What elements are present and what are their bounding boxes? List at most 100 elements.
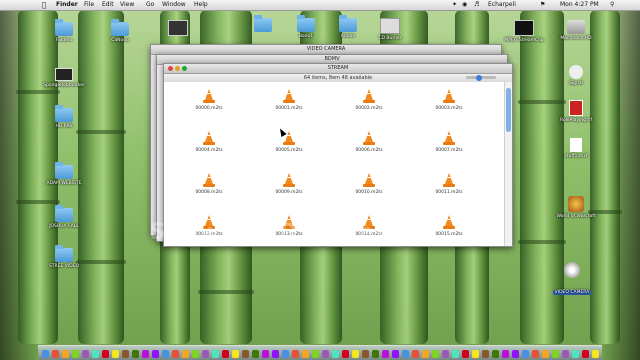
dock-app-icon[interactable] bbox=[142, 350, 149, 358]
desktop-icon[interactable]: ADAM WEBSITE bbox=[36, 162, 92, 186]
menu-go[interactable]: Go bbox=[146, 0, 154, 10]
menu-window[interactable]: Window bbox=[162, 0, 186, 10]
dock-app-icon[interactable] bbox=[182, 350, 189, 358]
dock-app-icon[interactable] bbox=[62, 350, 69, 358]
file-item[interactable]: 00005.m2ts bbox=[264, 130, 314, 153]
file-item[interactable]: 00011.m2ts bbox=[424, 172, 474, 195]
dock-app-icon[interactable] bbox=[362, 350, 369, 358]
minimize-button[interactable] bbox=[175, 66, 180, 71]
file-item[interactable]: 00009.m2ts bbox=[264, 172, 314, 195]
desktop-icon[interactable]: RolePlaying.tif bbox=[548, 100, 604, 123]
desktop-icon[interactable]: CaNooo bbox=[92, 19, 148, 43]
desktop-icon[interactable]: Signal bbox=[548, 65, 604, 86]
dock-app-icon[interactable] bbox=[52, 350, 59, 358]
menu-file[interactable]: File bbox=[84, 0, 94, 10]
dock-app-icon[interactable] bbox=[532, 350, 539, 358]
desktop-icon[interactable]: HD RAV bbox=[36, 105, 92, 129]
dock-app-icon[interactable] bbox=[492, 350, 499, 358]
dock-app-icon[interactable] bbox=[562, 350, 569, 358]
desktop-icon[interactable]: SpongeBobmarker bbox=[36, 68, 92, 88]
dock-app-icon[interactable] bbox=[162, 350, 169, 358]
dock-app-icon[interactable] bbox=[102, 350, 109, 358]
scroll-thumb[interactable] bbox=[506, 88, 511, 132]
dock-app-icon[interactable] bbox=[552, 350, 559, 358]
dock-app-icon[interactable] bbox=[222, 350, 229, 358]
desktop-icon[interactable]: CD Burner bbox=[362, 18, 418, 41]
desktop-icon[interactable]: VIDEO CAMERA bbox=[544, 262, 600, 297]
dock-app-icon[interactable] bbox=[482, 350, 489, 358]
dock-app-icon[interactable] bbox=[72, 350, 79, 358]
icon-size-slider[interactable] bbox=[466, 74, 496, 81]
dock-app-icon[interactable] bbox=[302, 350, 309, 358]
file-item[interactable]: 00007.m2ts bbox=[424, 130, 474, 153]
desktop-icon[interactable]: Folders bbox=[36, 19, 92, 43]
dock-app-icon[interactable] bbox=[432, 350, 439, 358]
dock-app-icon[interactable] bbox=[442, 350, 449, 358]
dock-app-icon[interactable] bbox=[172, 350, 179, 358]
desktop-icon[interactable]: STREE VIDEO bbox=[36, 245, 92, 269]
file-item[interactable]: 00004.m2ts bbox=[184, 130, 234, 153]
dock-app-icon[interactable] bbox=[352, 350, 359, 358]
menu-view[interactable]: View bbox=[120, 0, 134, 10]
dock-app-icon[interactable] bbox=[112, 350, 119, 358]
dock-app-icon[interactable] bbox=[342, 350, 349, 358]
dock-app-icon[interactable] bbox=[332, 350, 339, 358]
desktop-icon[interactable]: Macintosh HD bbox=[548, 20, 604, 41]
dock-app-icon[interactable] bbox=[242, 350, 249, 358]
dock-app-icon[interactable] bbox=[582, 350, 589, 358]
menu-edit[interactable]: Edit bbox=[102, 0, 114, 10]
dock-app-icon[interactable] bbox=[572, 350, 579, 358]
clock[interactable]: Mon 4:27 PM bbox=[560, 0, 599, 10]
desktop-icon[interactable] bbox=[150, 20, 206, 36]
dock-app-icon[interactable] bbox=[412, 350, 419, 358]
dock-app-icon[interactable] bbox=[522, 350, 529, 358]
vertical-scrollbar[interactable] bbox=[504, 82, 512, 246]
dock-app-icon[interactable] bbox=[422, 350, 429, 358]
bluetooth-icon[interactable]: ✦ bbox=[452, 0, 457, 10]
file-item[interactable]: 00015.m2ts bbox=[424, 214, 474, 237]
dock-app-icon[interactable] bbox=[82, 350, 89, 358]
menu-help[interactable]: Help bbox=[194, 0, 208, 10]
desktop-icon[interactable]: stuff1.mxf bbox=[548, 138, 604, 159]
file-item[interactable]: 00010.m2ts bbox=[344, 172, 394, 195]
volume-icon[interactable]: ♬ bbox=[474, 0, 479, 10]
zoom-button[interactable] bbox=[182, 66, 187, 71]
dock-app-icon[interactable] bbox=[262, 350, 269, 358]
spotlight-search-icon[interactable]: ⚲ bbox=[610, 0, 614, 10]
dock-app-icon[interactable] bbox=[122, 350, 129, 358]
dock-app-icon[interactable] bbox=[282, 350, 289, 358]
dock-app-icon[interactable] bbox=[472, 350, 479, 358]
dock-app-icon[interactable] bbox=[212, 350, 219, 358]
dock-app-icon[interactable] bbox=[322, 350, 329, 358]
file-item[interactable]: 00006.m2ts bbox=[344, 130, 394, 153]
file-item[interactable]: 00002.m2ts bbox=[344, 88, 394, 111]
dock-app-icon[interactable] bbox=[42, 350, 49, 358]
dock-app-icon[interactable] bbox=[232, 350, 239, 358]
dock-app-icon[interactable] bbox=[502, 350, 509, 358]
desktop-icon[interactable]: JOSHUA LALL bbox=[36, 205, 92, 229]
dock-app-icon[interactable] bbox=[512, 350, 519, 358]
dock-app-icon[interactable] bbox=[462, 350, 469, 358]
desktop-icon[interactable]: MPEG StreamClip bbox=[496, 20, 552, 43]
dock-app-icon[interactable] bbox=[132, 350, 139, 358]
dock-app-icon[interactable] bbox=[392, 350, 399, 358]
slider-knob[interactable] bbox=[476, 74, 482, 81]
wifi-icon[interactable]: ◉ bbox=[462, 0, 467, 10]
dock-app-icon[interactable] bbox=[252, 350, 259, 358]
dock-app-icon[interactable] bbox=[312, 350, 319, 358]
file-item[interactable]: 00003.m2ts bbox=[424, 88, 474, 111]
file-item[interactable]: 00001.m2ts bbox=[264, 88, 314, 111]
dock-app-icon[interactable] bbox=[372, 350, 379, 358]
user-name[interactable]: Echarpeli bbox=[488, 0, 516, 10]
dock-app-icon[interactable] bbox=[292, 350, 299, 358]
apple-menu-icon[interactable]:  bbox=[42, 0, 46, 10]
window-titlebar[interactable]: STREAM bbox=[164, 64, 512, 74]
dock-app-icon[interactable] bbox=[402, 350, 409, 358]
dock-app-icon[interactable] bbox=[382, 350, 389, 358]
menu-finder[interactable]: Finder bbox=[56, 0, 78, 10]
file-item[interactable]: 00008.m2ts bbox=[184, 172, 234, 195]
desktop-icon[interactable]: World of Warcraft bbox=[548, 196, 604, 219]
dock-app-icon[interactable] bbox=[452, 350, 459, 358]
file-item[interactable]: 00000.m2ts bbox=[184, 88, 234, 111]
close-button[interactable] bbox=[168, 66, 173, 71]
